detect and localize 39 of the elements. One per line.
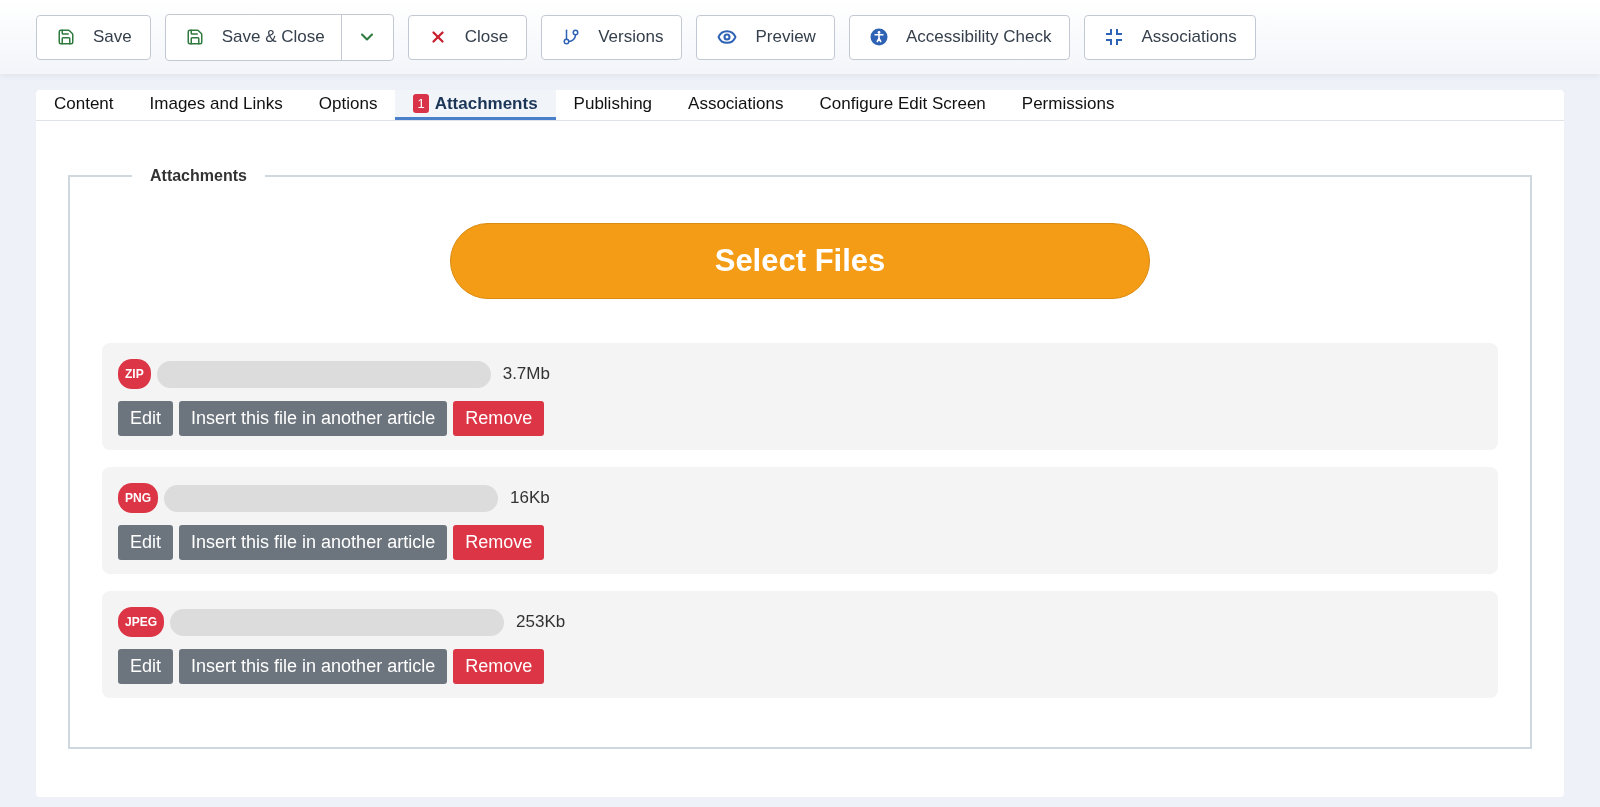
action-button[interactable]: Remove: [453, 525, 545, 560]
tab[interactable]: Images and Links: [131, 90, 301, 120]
tab[interactable]: Publishing: [555, 90, 671, 120]
tab[interactable]: Configure Edit Screen: [801, 90, 1004, 120]
toolbar-button[interactable]: Associations: [1084, 14, 1256, 60]
file-size: 253Kb: [516, 612, 566, 632]
tab[interactable]: 1 Attachments: [395, 90, 556, 120]
accessibility-icon: [869, 28, 888, 46]
shrink-icon: [1105, 28, 1124, 46]
tab[interactable]: Permissions: [1003, 90, 1133, 120]
file-type-badge: ZIP: [118, 359, 151, 389]
fieldset-legend: Attachments: [132, 167, 265, 185]
action-button[interactable]: Edit: [118, 649, 174, 684]
save-icon: [185, 28, 204, 46]
toolbar-button[interactable]: Save: [36, 14, 151, 60]
file-type-badge: JPEG: [118, 607, 164, 637]
toolbar-button[interactable]: Preview: [696, 14, 835, 60]
toolbar-button[interactable]: Versions: [541, 14, 683, 60]
tab-label: Attachments: [434, 93, 538, 114]
file-size: 3.7Mb: [502, 364, 550, 384]
eye-icon: [717, 27, 738, 47]
tab[interactable]: Associations: [670, 90, 802, 120]
file-size: 16Kb: [510, 488, 550, 508]
file-type-badge: PNG: [118, 483, 158, 513]
toolbar-button[interactable]: Accessibility Check: [848, 14, 1071, 60]
tab[interactable]: Options: [300, 90, 396, 120]
action-button[interactable]: Remove: [453, 649, 545, 684]
toolbar-button[interactable]: Save & Close: [165, 14, 341, 60]
action-button[interactable]: Insert this file in another article: [179, 525, 448, 560]
save-icon: [57, 28, 75, 46]
action-button[interactable]: Remove: [453, 401, 545, 436]
action-button[interactable]: Insert this file in another article: [179, 649, 448, 684]
action-button[interactable]: Edit: [118, 525, 174, 560]
action-button[interactable]: Edit: [118, 401, 174, 436]
toolbar-button[interactable]: Close: [407, 14, 528, 60]
branch-icon: [562, 28, 581, 46]
tab[interactable]: Content: [36, 90, 132, 120]
action-button[interactable]: Insert this file in another article: [179, 401, 448, 436]
count-badge: 1: [413, 94, 429, 113]
